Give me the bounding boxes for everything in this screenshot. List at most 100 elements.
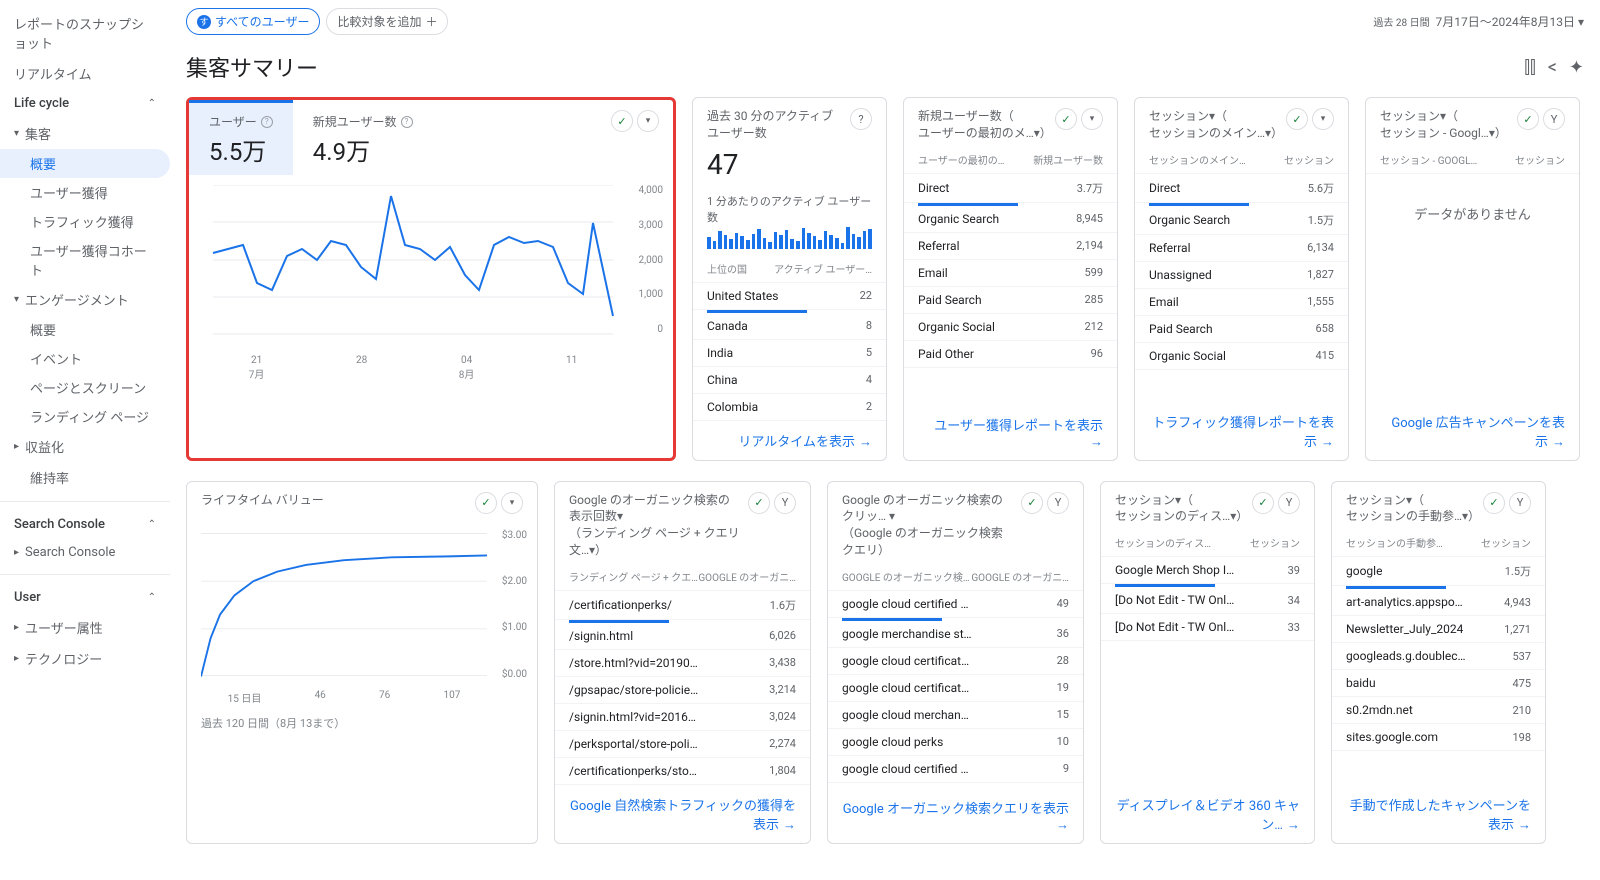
sidebar-eng-events[interactable]: イベント [0,344,170,373]
table-row[interactable]: /gpsapac/store-policies/fre…3,214 [555,677,810,704]
table-row[interactable]: Colombia2 [693,394,886,421]
table-row[interactable]: /signin.html?vid=201605125…3,024 [555,704,810,731]
table-row[interactable]: google cloud certification m…19 [828,675,1083,702]
share-icon[interactable]: < [1548,57,1557,78]
table-row[interactable]: /perksportal/store-policies/f…2,274 [555,731,810,758]
link-dv360[interactable]: ディスプレイ＆ビデオ 360 キャン…→ [1101,785,1314,843]
link-view-realtime[interactable]: リアルタイムを表示→ [693,421,886,460]
table-row[interactable]: Organic Social415 [1135,343,1348,370]
table-row[interactable]: /store.html?vid=201905223…3,438 [555,650,810,677]
table-row[interactable]: Google Merch Shop I…39 [1101,557,1314,584]
table-row[interactable]: Organic Search8,945 [904,206,1117,233]
table-row[interactable]: google cloud perks10 [828,729,1083,756]
sidebar-user[interactable]: User⌃ [0,583,170,612]
table-row[interactable]: Email1,555 [1135,289,1348,316]
table-row[interactable]: Canada8 [693,313,886,340]
table-row[interactable]: /certificationperks/store-pol…1,804 [555,758,810,785]
date-range-picker[interactable]: 過去 28 日間 7月17日～2024年8月13日 ▾ [1373,13,1584,30]
table-row[interactable]: Email599 [904,260,1117,287]
sidebar-engagement[interactable]: ▾エンゲージメント [0,284,170,315]
table-row[interactable]: Referral6,134 [1135,235,1348,262]
sidebar-eng-landing[interactable]: ランディング ページ [0,402,170,431]
table-row[interactable]: google merchandise store36 [828,621,1083,648]
table-row[interactable]: sites.google.com198 [1332,724,1545,751]
table-row[interactable]: google1.5万 [1332,557,1545,586]
link-manual-campaigns[interactable]: 手動で作成したキャンペーンを表示→ [1332,785,1545,843]
table-row[interactable]: Direct5.6万 [1135,174,1348,203]
table-row[interactable]: Direct3.7万 [904,174,1117,203]
sidebar-acq-overview[interactable]: 概要 [0,149,170,178]
sidebar-monetization[interactable]: ▸収益化 [0,431,170,462]
card-menu-button[interactable] [637,110,659,132]
status-ok-icon[interactable]: ✓ [611,110,633,132]
table-row[interactable]: Referral2,194 [904,233,1117,260]
table-row[interactable]: google cloud certified perks …9 [828,756,1083,783]
pill-add-compare[interactable]: 比較対象を追加 ＋ [326,8,448,35]
table-row[interactable]: [Do Not Edit - TW Onl…34 [1101,587,1314,614]
filter-button[interactable]: Y [1543,108,1565,130]
sidebar-snapshot[interactable]: レポートのスナップショット [0,8,170,58]
table-row[interactable]: Paid Search658 [1135,316,1348,343]
help-icon[interactable]: ? [401,116,413,128]
sidebar-technology[interactable]: ▸テクノロジー [0,643,170,674]
sidebar-acq-traffic[interactable]: トラフィック獲得 [0,207,170,236]
table-row[interactable]: China4 [693,367,886,394]
card-menu-button[interactable] [1312,108,1334,130]
table-row[interactable]: Organic Social212 [904,314,1117,341]
table-row[interactable]: Paid Other96 [904,341,1117,368]
sidebar-acq-user[interactable]: ユーザー獲得 [0,178,170,207]
status-ok-icon[interactable]: ✓ [1483,492,1505,514]
table-row[interactable]: India5 [693,340,886,367]
filter-button[interactable]: Y [1278,492,1300,514]
table-row[interactable]: [Do Not Edit - TW Onl…33 [1101,614,1314,641]
card-menu-button[interactable] [1081,108,1103,130]
metric-tab-new-users[interactable]: 新規ユーザー数? 4.9万 [293,100,433,175]
table-row[interactable]: /signin.html6,026 [555,623,810,650]
sidebar-acq-cohort[interactable]: ユーザー獲得コホート [0,236,170,284]
link-organic-traffic[interactable]: Google 自然検索トラフィックの獲得を表示→ [555,785,810,843]
status-ok-icon[interactable]: ✓ [748,492,770,514]
status-ok-icon[interactable]: ✓ [475,492,497,514]
status-ok-icon[interactable]: ✓ [1021,492,1043,514]
table-row[interactable]: Paid Search285 [904,287,1117,314]
sidebar-user-attributes[interactable]: ▸ユーザー属性 [0,612,170,643]
insights-icon[interactable]: ✦ [1569,57,1584,78]
table-row[interactable]: google cloud merchandise15 [828,702,1083,729]
sidebar-search-console-sub[interactable]: ▸Search Console [0,539,170,566]
table-row[interactable]: Newsletter_July_20241,271 [1332,616,1545,643]
status-ok-icon[interactable]: ✓ [1252,492,1274,514]
table-row[interactable]: art-analytics.appspo…4,943 [1332,589,1545,616]
sidebar-eng-pages[interactable]: ページとスクリーン [0,373,170,402]
sidebar-lifecycle[interactable]: Life cycle⌃ [0,89,170,118]
filter-button[interactable]: Y [1509,492,1531,514]
status-ok-icon[interactable]: ✓ [1286,108,1308,130]
table-row[interactable]: baidu475 [1332,670,1545,697]
sidebar-realtime[interactable]: リアルタイム [0,58,170,89]
link-user-acquisition[interactable]: ユーザー獲得レポートを表示→ [904,405,1117,460]
filter-button[interactable]: Y [774,492,796,514]
table-row[interactable]: Organic Search1.5万 [1135,206,1348,235]
table-row[interactable]: google cloud certified merch…49 [828,591,1083,618]
table-row[interactable]: s0.2mdn.net210 [1332,697,1545,724]
status-ok-icon[interactable]: ✓ [1517,108,1539,130]
table-row[interactable]: googleads.g.doublec…537 [1332,643,1545,670]
sidebar-acquisition[interactable]: ▾集客 [0,118,170,149]
table-row[interactable]: United States22 [693,283,886,310]
sidebar-search-console[interactable]: Search Console⌃ [0,510,170,539]
table-row[interactable]: /certificationperks/1.6万 [555,591,810,620]
compare-icon[interactable]: ⫿⫿ [1524,57,1536,78]
status-ok-icon[interactable]: ✓ [1055,108,1077,130]
table-row[interactable]: Unassigned1,827 [1135,262,1348,289]
help-icon[interactable]: ? [261,116,273,128]
link-traffic-acquisition[interactable]: トラフィック獲得レポートを表示→ [1135,402,1348,460]
sidebar-retention[interactable]: 維持率 [0,462,170,493]
metric-tab-users[interactable]: ユーザー? 5.5万 [189,100,293,175]
link-organic-queries[interactable]: Google オーガニック検索クエリを表示→ [828,788,1083,843]
sidebar-eng-overview[interactable]: 概要 [0,315,170,344]
card-menu-button[interactable] [501,492,523,514]
filter-button[interactable]: Y [1047,492,1069,514]
help-icon[interactable]: ? [850,108,872,130]
table-row[interactable]: google cloud certification pe…28 [828,648,1083,675]
link-google-ads[interactable]: Google 広告キャンペーンを表示→ [1366,402,1579,460]
pill-all-users[interactable]: す すべてのユーザー [186,8,320,35]
